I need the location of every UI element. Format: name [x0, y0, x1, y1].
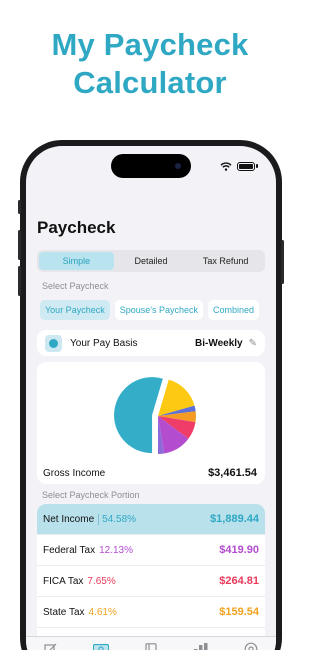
volume-up-button: [18, 230, 21, 260]
pay-basis-label: Your Pay Basis: [70, 337, 138, 349]
mode-segmented-control[interactable]: Simple Detailed Tax Refund: [37, 250, 265, 272]
money-icon[interactable]: [93, 643, 109, 650]
portion-list: Net Income 54.58% $1,889.44 Federal Tax …: [37, 504, 265, 644]
select-portion-label: Select Paycheck Portion: [42, 490, 140, 500]
gross-income-value: $3,461.54: [208, 467, 257, 479]
dynamic-island: [111, 154, 191, 178]
pay-basis-row[interactable]: Your Pay Basis Bi-Weekly ✎: [37, 330, 265, 356]
headline: My Paycheck Calculator: [0, 26, 300, 102]
portion-pct: 12.13%: [99, 544, 133, 556]
select-paycheck-label: Select Paycheck: [42, 281, 109, 291]
income-chart-card: Gross Income $3,461.54: [37, 362, 265, 484]
income-pie-chart[interactable]: [113, 371, 203, 461]
chart-icon[interactable]: [193, 642, 209, 650]
tab-your-paycheck[interactable]: Your Paycheck: [40, 300, 110, 320]
paycheck-selector: Your Paycheck Spouse's Paycheck Combined: [40, 300, 260, 320]
portion-label: Net Income: [43, 513, 95, 525]
tab-simple[interactable]: Simple: [39, 252, 114, 270]
document-icon[interactable]: [143, 642, 159, 650]
phone-screen: Paycheck Simple Detailed Tax Refund Sele…: [26, 146, 276, 650]
pie-slice-0[interactable]: [114, 377, 163, 454]
phone-frame: Paycheck Simple Detailed Tax Refund Sele…: [18, 140, 284, 650]
portion-row-fica-tax[interactable]: FICA Tax 7.65% $264.81: [37, 566, 265, 597]
portion-label: FICA Tax: [43, 575, 84, 587]
tab-combined[interactable]: Combined: [207, 300, 260, 320]
tab-tax-refund[interactable]: Tax Refund: [188, 252, 263, 270]
portion-label: Federal Tax: [43, 544, 96, 556]
portion-row-federal-tax[interactable]: Federal Tax 12.13% $419.90: [37, 535, 265, 566]
page-title: Paycheck: [37, 218, 116, 237]
power-button: [281, 240, 284, 284]
portion-amount: $419.90: [219, 544, 259, 556]
wifi-icon: [220, 161, 232, 171]
battery-icon: [237, 161, 255, 171]
settings-icon[interactable]: [243, 642, 259, 650]
portion-row-net-income[interactable]: Net Income 54.58% $1,889.44: [37, 504, 265, 535]
status-bar: [220, 161, 258, 171]
portion-pct: 7.65%: [87, 575, 116, 587]
portion-amount: $264.81: [219, 575, 259, 587]
portion-amount: $159.54: [219, 606, 259, 618]
gross-income-label: Gross Income: [43, 468, 106, 479]
portion-pct: 54.58%: [98, 513, 136, 525]
pay-basis-value: Bi-Weekly: [194, 337, 243, 349]
headline-line2: Calculator: [73, 65, 227, 100]
headline-line1: My Paycheck: [51, 27, 249, 62]
portion-amount: $1,889.44: [210, 513, 259, 525]
clock-icon: [45, 334, 62, 352]
tab-detailed[interactable]: Detailed: [114, 252, 189, 270]
bottom-tab-bar: [26, 636, 276, 650]
volume-down-button: [18, 266, 21, 296]
edit-icon[interactable]: [43, 643, 59, 650]
action-button: [18, 200, 21, 214]
portion-label: State Tax: [43, 606, 85, 618]
tab-spouse-paycheck[interactable]: Spouse's Paycheck: [114, 300, 203, 320]
portion-pct: 4.61%: [88, 606, 117, 618]
pencil-icon[interactable]: ✎: [249, 338, 257, 349]
portion-row-state-tax[interactable]: State Tax 4.61% $159.54: [37, 597, 265, 628]
